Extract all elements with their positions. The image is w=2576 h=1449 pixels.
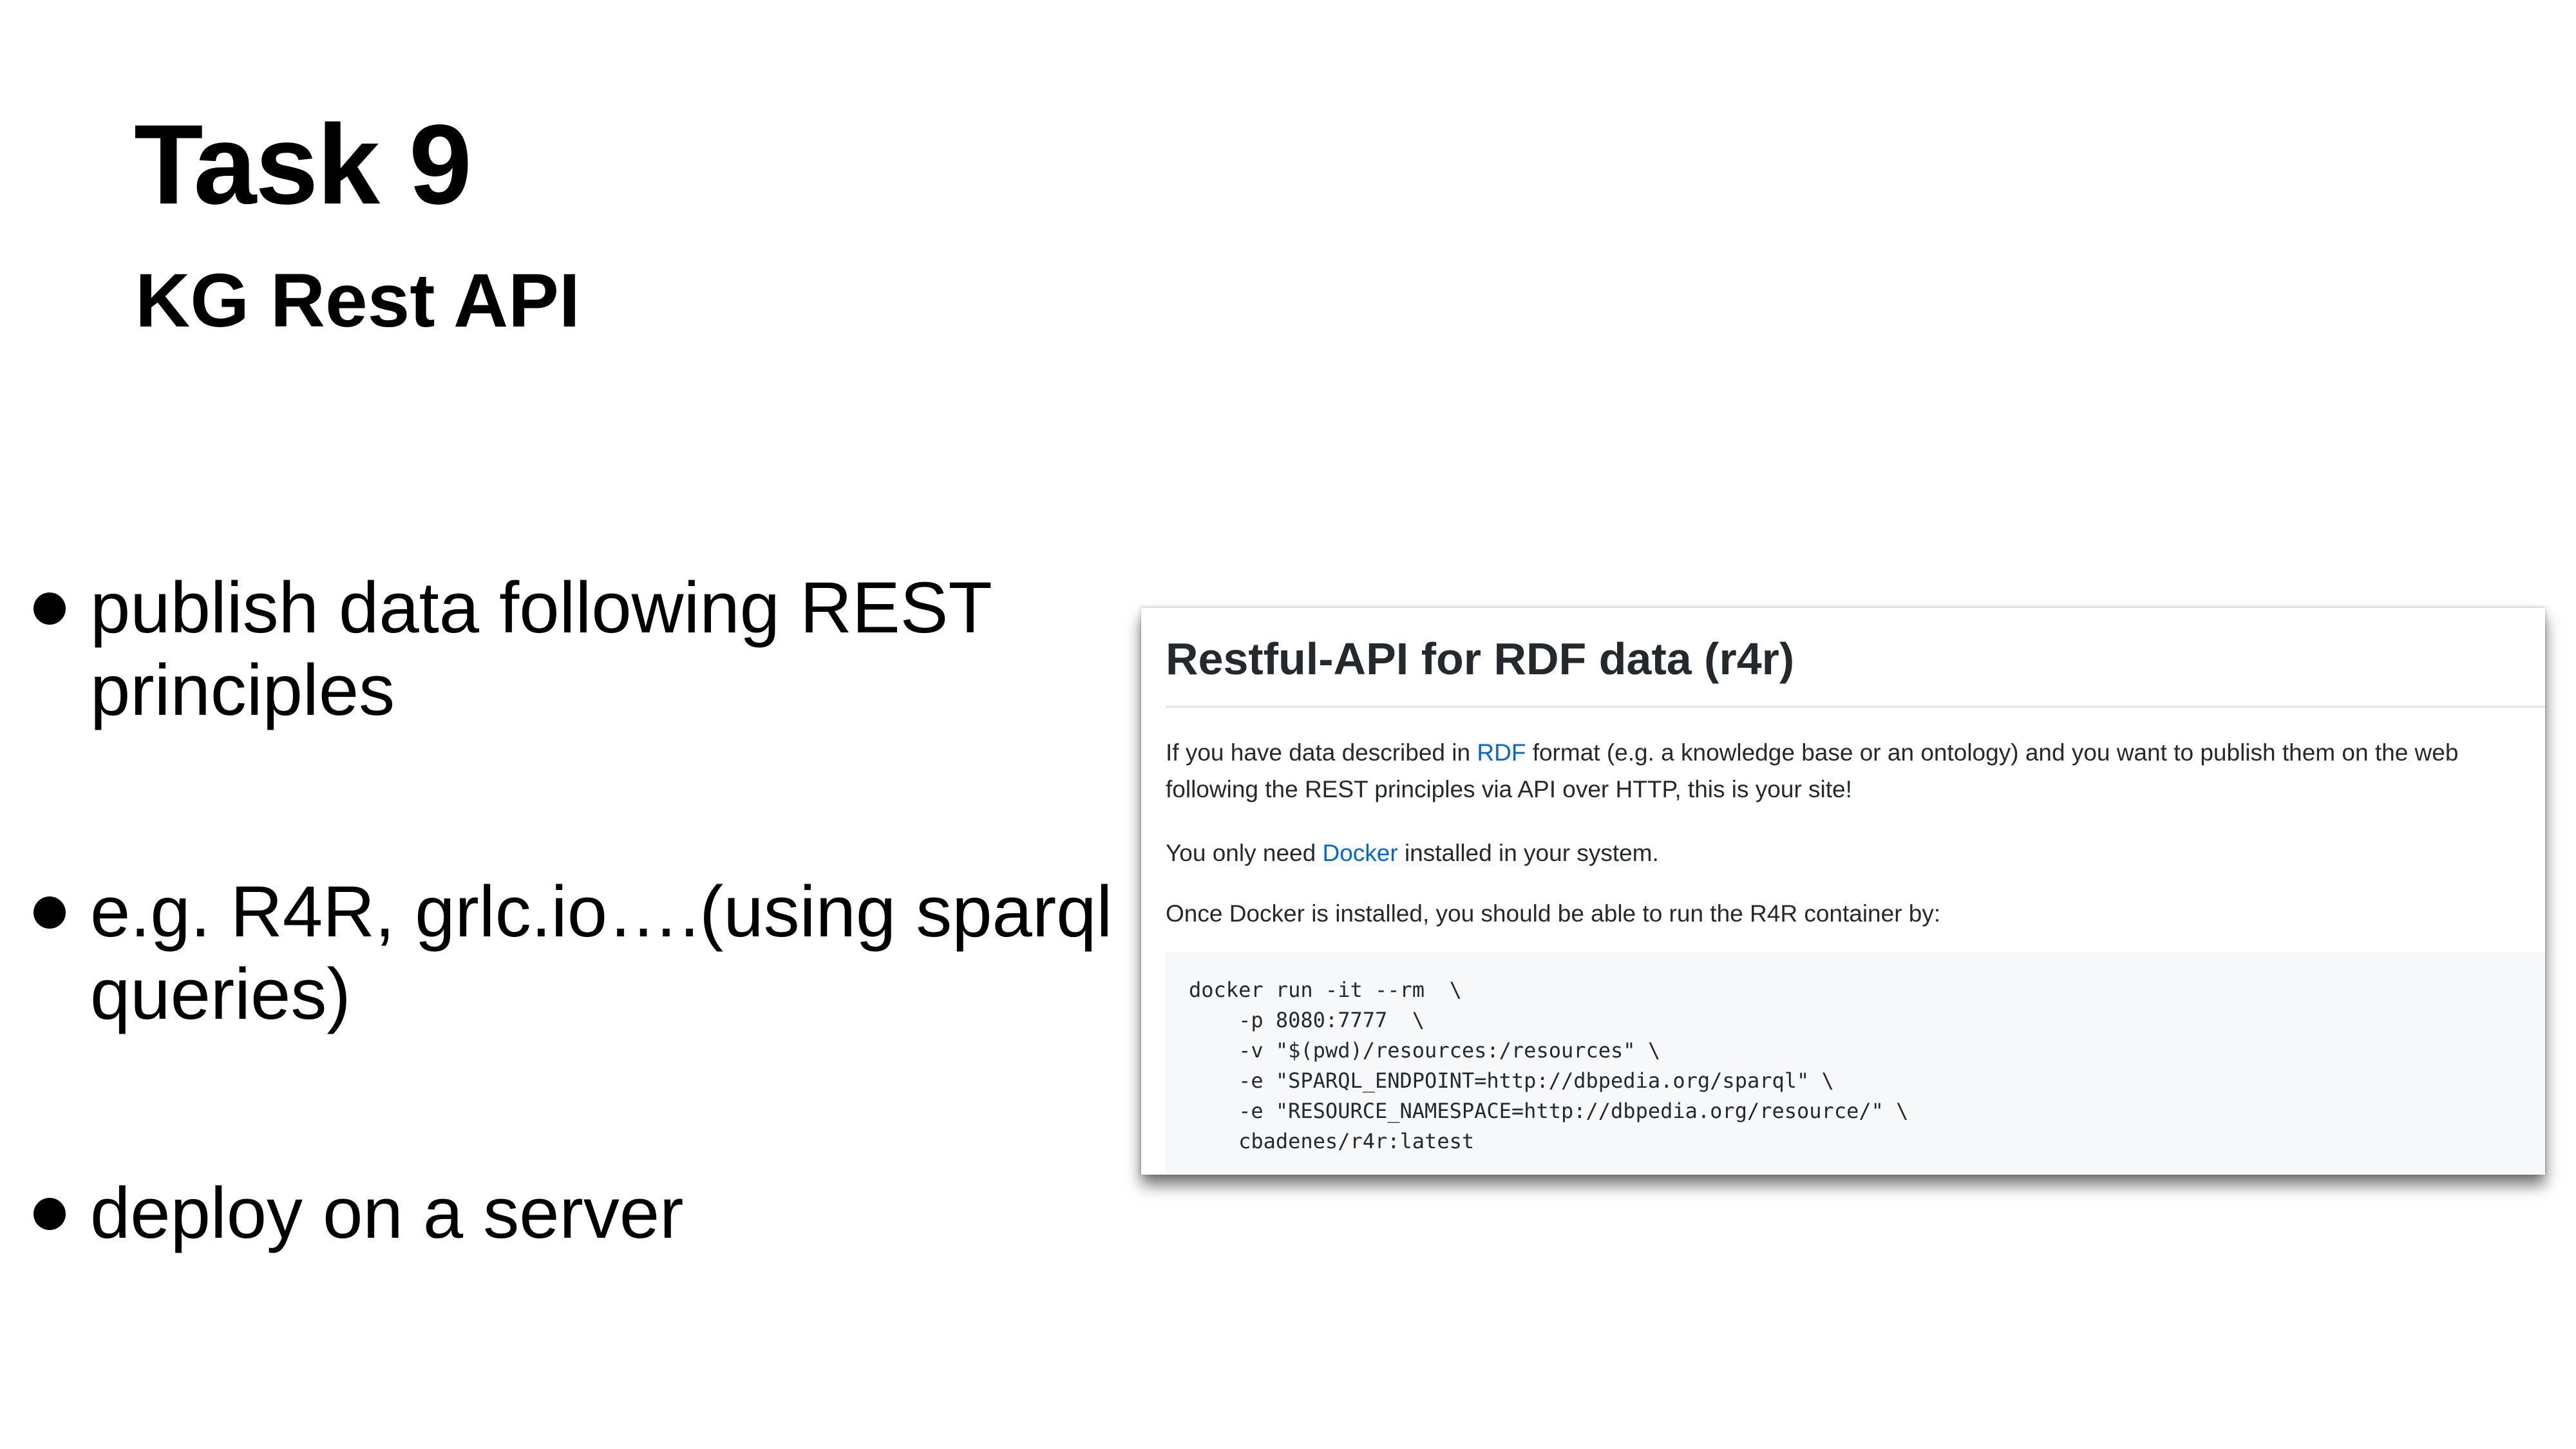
intro-text-start: If you have data described in — [1166, 739, 1477, 766]
code-line: -e "RESOURCE_NAMESPACE=http://dbpedia.or… — [1189, 1099, 1909, 1123]
docker-link[interactable]: Docker — [1322, 840, 1397, 866]
code-line: docker run -it --rm \ — [1189, 978, 1462, 1002]
heading-divider — [1166, 706, 2545, 708]
bullet-dot-icon — [33, 1198, 66, 1230]
readme-paragraph-run: Once Docker is installed, you should be … — [1166, 900, 1941, 927]
code-line: -v "$(pwd)/resources:/resources" \ — [1189, 1038, 1661, 1063]
code-block: docker run -it --rm \ -p 8080:7777 \ -v … — [1166, 952, 2545, 1175]
requirements-text-start: You only need — [1166, 840, 1323, 866]
readme-paragraph-requirements: You only need Docker installed in your s… — [1166, 835, 2524, 871]
intro-text-line2: following the REST principles via API ov… — [1166, 776, 1852, 802]
bullet-line: deploy on a server — [90, 1173, 684, 1253]
bullet-text: e.g. R4R, grlc.io….(using sparql queries… — [90, 871, 1133, 1036]
bullet-line: principles — [90, 650, 395, 730]
bullet-line: queries) — [90, 954, 351, 1034]
bullet-list: publish data following REST principles e… — [0, 0, 1133, 1449]
bullet-line: e.g. R4R, grlc.io….(using sparql — [90, 871, 1113, 952]
code-line: -p 8080:7777 \ — [1189, 1008, 1425, 1032]
intro-text-rest: format (e.g. a knowledge base or an onto… — [1526, 739, 2459, 766]
code-line: cbadenes/r4r:latest — [1189, 1129, 1475, 1153]
bullet-text: publish data following REST principles — [90, 567, 1133, 732]
bullet-text: deploy on a server — [90, 1172, 1133, 1255]
readme-screenshot: Restful-API for RDF data (r4r) If you ha… — [1141, 608, 2545, 1175]
bullet-line: publish data following REST — [90, 567, 992, 648]
rdf-link[interactable]: RDF — [1477, 739, 1526, 766]
requirements-text-end: installed in your system. — [1397, 840, 1659, 866]
bullet-dot-icon — [33, 592, 66, 625]
readme-heading: Restful-API for RDF data (r4r) — [1166, 634, 1795, 684]
code-line: -e "SPARQL_ENDPOINT=http://dbpedia.org/s… — [1189, 1068, 1834, 1093]
bullet-dot-icon — [33, 896, 66, 929]
readme-paragraph-intro: If you have data described in RDF format… — [1166, 734, 2524, 808]
